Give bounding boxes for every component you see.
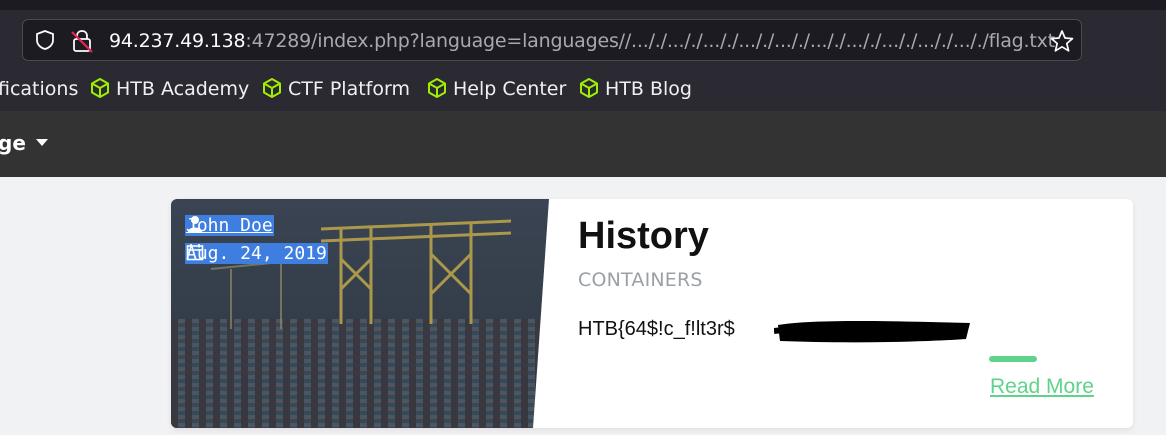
post-author: John Doe	[185, 215, 274, 236]
bookmark-label: HTB Blog	[605, 78, 692, 100]
insecure-lock-icon[interactable]	[71, 29, 93, 53]
shield-icon[interactable]	[34, 29, 56, 51]
bookmark-label: fications	[0, 78, 79, 100]
date-text: Aug. 24, 2019	[185, 243, 328, 264]
bookmark-label: Help Center	[453, 78, 567, 100]
user-icon	[188, 216, 202, 232]
post-title: History	[578, 215, 709, 257]
bookmark-star-icon[interactable]	[1049, 28, 1075, 54]
url-text[interactable]: 94.237.49.138:47289/index.php?language=l…	[109, 30, 1055, 52]
post-excerpt-flag: HTB{64$!c_f!lt3r$	[578, 318, 735, 340]
post-date: Aug. 24, 2019	[185, 243, 328, 264]
url-path: :47289/index.php?language=languages//...…	[245, 30, 1055, 52]
post-card: John Doe Aug. 24, 2019 History CONTAINER…	[171, 199, 1133, 428]
htb-cube-icon	[580, 78, 598, 98]
language-dropdown[interactable]: ge	[0, 131, 49, 155]
language-dropdown-label: ge	[0, 131, 26, 155]
htb-cube-icon	[263, 78, 281, 98]
calendar-icon	[186, 244, 204, 261]
browser-chrome: 94.237.49.138:47289/index.php?language=l…	[0, 0, 1166, 111]
bookmark-htb-blog[interactable]: HTB Blog	[579, 78, 692, 100]
htb-cube-icon	[91, 78, 109, 98]
bookmark-label: CTF Platform	[288, 78, 410, 100]
post-category: CONTAINERS	[578, 269, 703, 291]
htb-cube-icon	[428, 78, 446, 98]
address-bar[interactable]: 94.237.49.138:47289/index.php?language=l…	[22, 19, 1082, 61]
bookmark-notifications[interactable]: fications	[0, 78, 78, 100]
url-host: 94.237.49.138	[109, 30, 246, 52]
redaction-scribble	[774, 321, 970, 343]
bookmark-htb-academy[interactable]: HTB Academy	[90, 78, 249, 100]
tab-strip	[0, 0, 1166, 10]
site-navbar: ge	[0, 111, 1166, 177]
caret-down-icon	[35, 139, 48, 146]
bookmark-label: HTB Academy	[116, 78, 250, 100]
read-more-link[interactable]: Read More	[990, 375, 1094, 399]
accent-bar	[989, 356, 1037, 362]
post-image: John Doe Aug. 24, 2019	[171, 199, 549, 428]
bookmark-help-center[interactable]: Help Center	[427, 78, 566, 100]
bookmark-ctf-platform[interactable]: CTF Platform	[262, 78, 410, 100]
bookmarks-toolbar: fications HTB Academy CTF Platform Help …	[0, 74, 1166, 108]
